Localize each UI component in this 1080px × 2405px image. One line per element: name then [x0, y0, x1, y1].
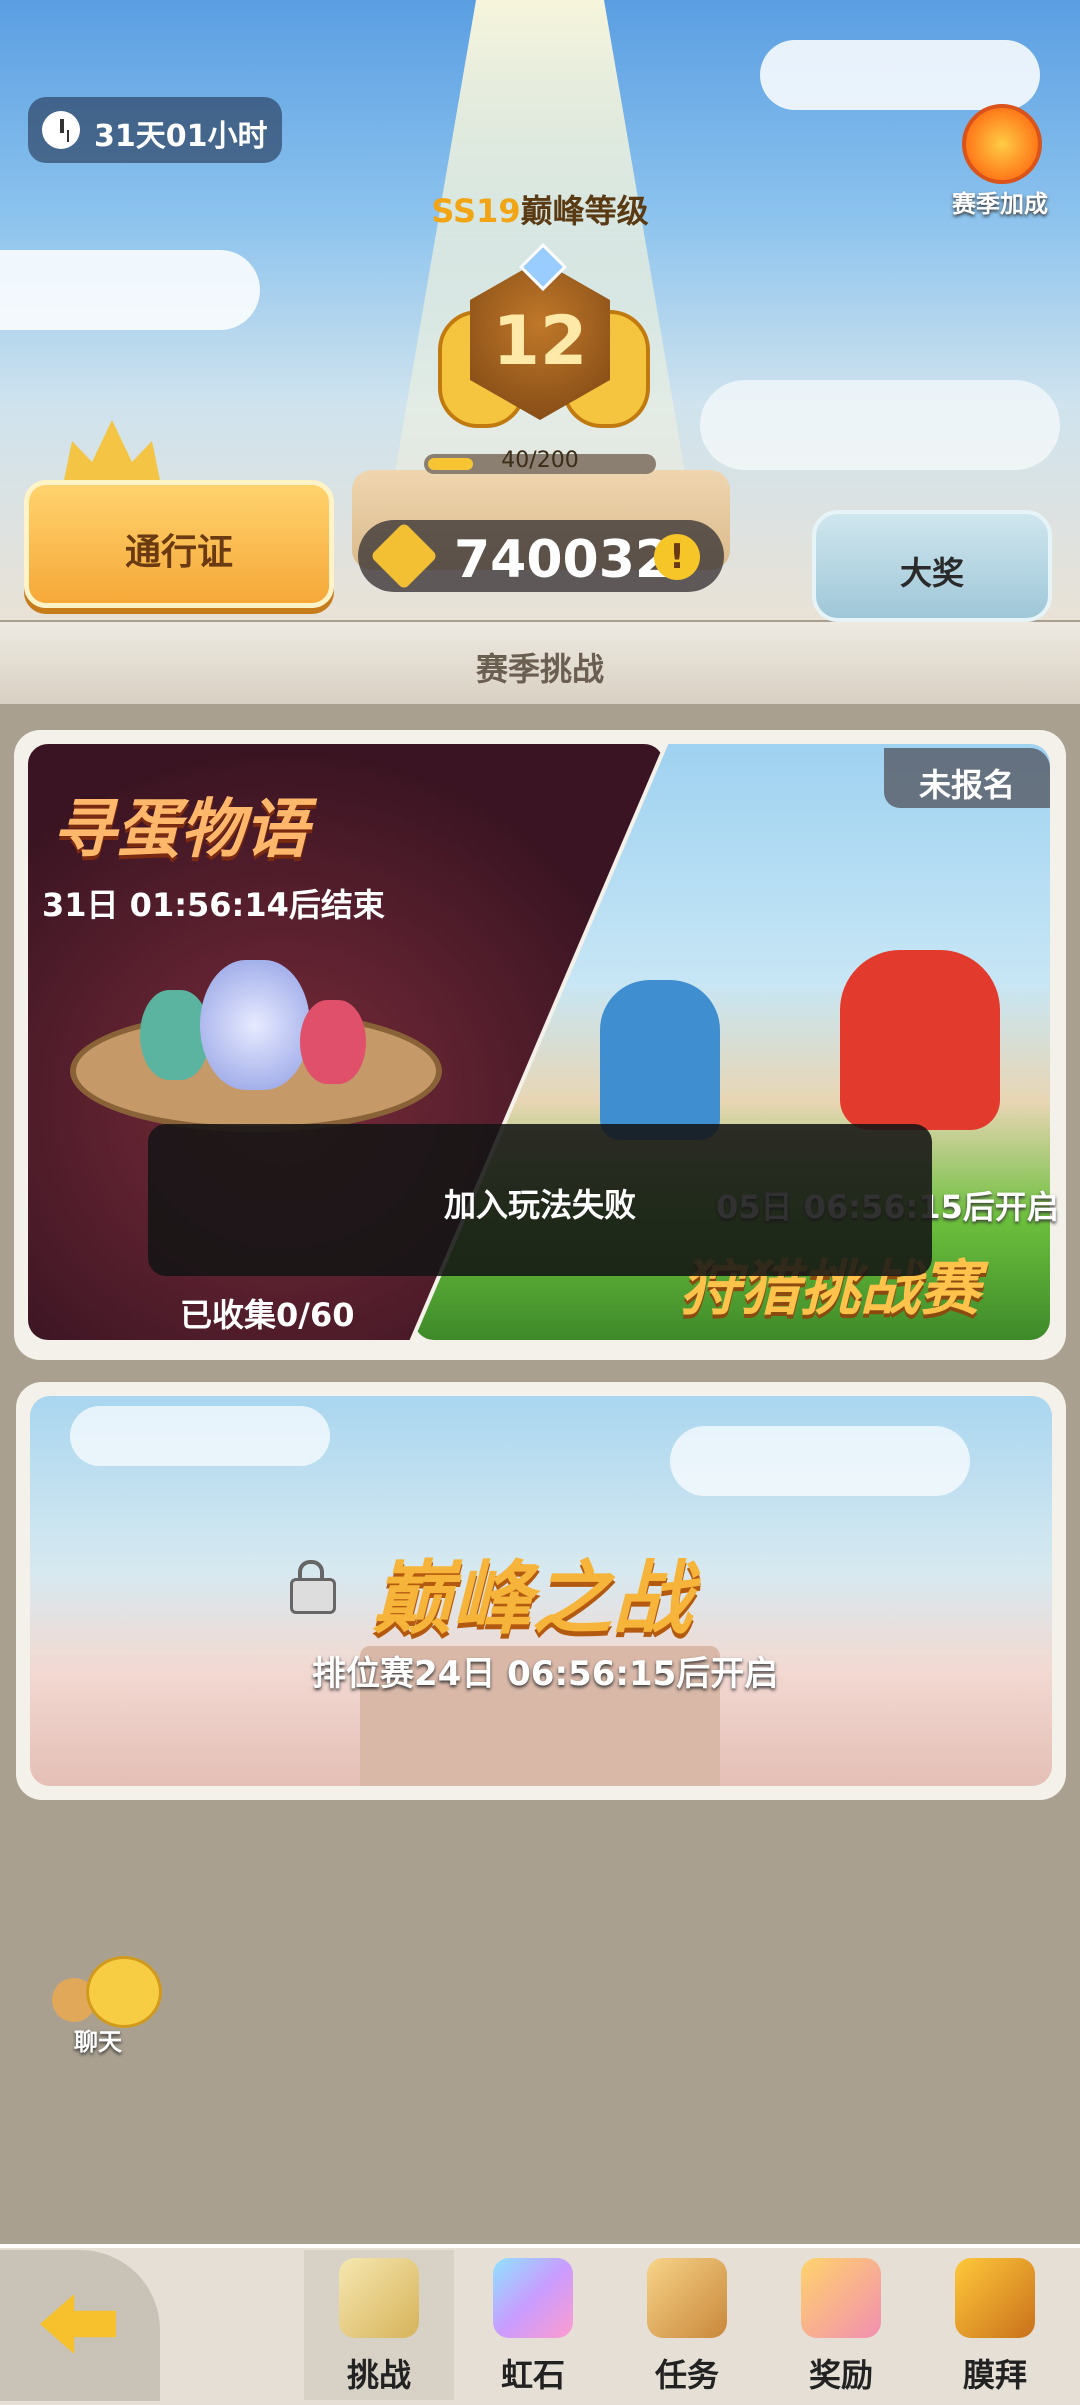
egg-hunt-timer: 31日 01:56:14后结束	[42, 886, 385, 924]
lock-icon	[290, 1560, 336, 1614]
tab-label: 膜拜	[962, 2356, 1027, 2394]
egg-image	[200, 960, 310, 1090]
peak-battle-subtitle: 排位赛24日 06:56:15后开启	[312, 1654, 779, 1694]
egg-image	[140, 990, 210, 1080]
red-dinosaur-character	[840, 950, 1000, 1130]
registration-status-badge: 未报名	[884, 748, 1050, 808]
tab-challenge[interactable]: 挑战	[304, 2250, 454, 2400]
cloud	[70, 1406, 330, 1466]
back-button[interactable]	[0, 2250, 160, 2401]
tab-label: 任务	[654, 2356, 719, 2394]
section-header: 赛季挑战	[0, 622, 1080, 704]
registration-status-text: 未报名	[918, 766, 1015, 804]
trophy-icon	[962, 104, 1042, 184]
error-toast: 加入玩法失败	[148, 1124, 932, 1276]
egg-hunt-title: 寻蛋物语	[52, 793, 308, 867]
trophy-icon	[955, 2258, 1035, 2338]
clock-icon	[42, 111, 80, 149]
season-bonus-button[interactable]: 赛季加成	[940, 100, 1060, 220]
scroll-icon	[647, 2258, 727, 2338]
battle-pass-label: 通行证	[124, 532, 233, 573]
wolf-hunter-character	[600, 980, 720, 1140]
smiley-chat-icon	[86, 1956, 162, 2028]
peak-level-title: SS19巅峰等级	[330, 186, 750, 232]
season-bonus-label: 赛季加成	[952, 190, 1048, 218]
cloud	[670, 1426, 970, 1496]
level-badge[interactable]: 12	[438, 242, 650, 450]
egg-image	[300, 1000, 366, 1084]
battle-pass-button[interactable]: 通行证	[24, 480, 334, 608]
crystal-cube-icon	[493, 2258, 573, 2338]
cloud	[700, 380, 1060, 470]
peak-battle-title: 巅峰之战	[372, 1552, 692, 1645]
info-icon[interactable]: !	[654, 534, 700, 580]
tab-label: 虹石	[500, 2356, 565, 2394]
cloud	[0, 250, 260, 330]
tab-tasks[interactable]: 任务	[612, 2250, 762, 2400]
crossed-swords-icon	[339, 2258, 419, 2338]
arrow-left-icon	[40, 2294, 116, 2354]
xp-progress-text: 40/200	[501, 448, 579, 473]
grand-prize-button[interactable]: 大奖	[812, 510, 1052, 622]
tab-worship[interactable]: 膜拜	[920, 2250, 1070, 2400]
season-countdown: 31天01小时	[28, 97, 282, 163]
crossed-swords-icon	[370, 522, 438, 590]
coin-balance: 740032 !	[358, 520, 724, 592]
tab-label: 奖励	[808, 2356, 873, 2394]
tab-rainbow-stone[interactable]: 虹石	[458, 2250, 608, 2400]
error-toast-text: 加入玩法失败	[443, 1186, 636, 1224]
chat-label: 聊天	[74, 2028, 122, 2056]
egg-collected-count: 已收集0/60	[180, 1296, 355, 1334]
peak-level-label: 巅峰等级	[520, 192, 649, 230]
tab-rewards[interactable]: 奖励	[766, 2250, 916, 2400]
grand-prize-label: 大奖	[899, 554, 964, 592]
level-number: 12	[492, 302, 588, 381]
section-title: 赛季挑战	[475, 650, 604, 688]
tab-label: 挑战	[346, 2356, 411, 2394]
season-countdown-text: 31天01小时	[94, 119, 268, 154]
season-code: SS19	[431, 192, 521, 230]
gift-box-icon	[801, 2258, 881, 2338]
chat-button[interactable]: 聊天	[48, 1950, 168, 2060]
coin-value: 740032	[454, 530, 672, 590]
